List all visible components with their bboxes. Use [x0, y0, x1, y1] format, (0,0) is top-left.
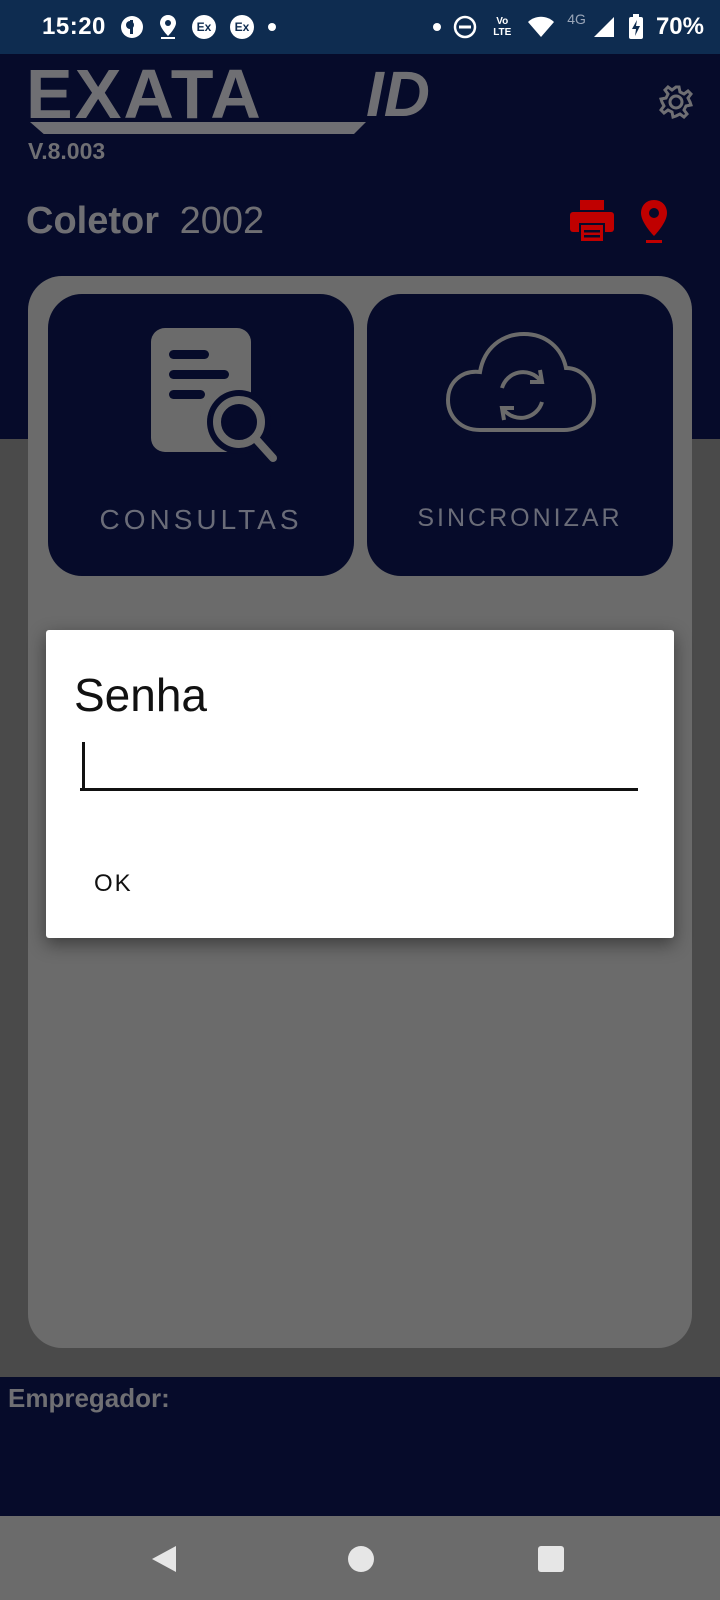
recents-icon[interactable] [538, 1546, 564, 1572]
password-dialog: Senha OK [46, 630, 674, 938]
sincronizar-button[interactable]: SINCRONIZAR [367, 294, 673, 576]
dot-icon [433, 23, 442, 31]
text-caret [82, 742, 85, 790]
android-nav-bar [0, 1516, 720, 1600]
more-dot-icon [268, 23, 276, 31]
status-time: 15:20 [42, 13, 106, 40]
status-left-icons: Ex Ex [120, 13, 276, 41]
printer-icon[interactable] [568, 198, 616, 244]
network-type: 4G [567, 11, 586, 27]
exata-id-logo: EXATA ID [26, 55, 466, 139]
location-icon [160, 15, 176, 39]
coletor-label: Coletor [26, 200, 159, 242]
consultas-label: CONSULTAS [99, 504, 303, 535]
consultas-button[interactable]: CONSULTAS [48, 294, 354, 576]
notification-icon [121, 16, 143, 38]
status-bar: 15:20 Ex Ex Vo LTE 4G 70% [0, 0, 720, 54]
wifi-icon [528, 16, 555, 37]
coletor-value: 2002 [179, 200, 265, 242]
dnd-icon [454, 15, 477, 39]
dialog-title: Senha [74, 669, 208, 721]
battery-charging-icon [628, 14, 643, 39]
battery-percent: 70% [655, 13, 704, 40]
status-right-icons: Vo LTE 4G 70% [433, 11, 704, 43]
app-ex-icon: Ex [230, 15, 254, 39]
document-search-icon [48, 318, 354, 468]
volte-icon: Vo LTE [493, 16, 512, 38]
settings-gear-icon[interactable] [658, 84, 694, 120]
svg-text:ID: ID [366, 64, 430, 130]
home-icon[interactable] [348, 1546, 374, 1572]
password-input[interactable] [80, 736, 638, 791]
coletor-info: Coletor 2002 [26, 200, 264, 243]
back-icon[interactable] [152, 1546, 176, 1572]
sincronizar-label: SINCRONIZAR [417, 504, 623, 532]
app-version: V.8.003 [28, 138, 106, 164]
cloud-sync-icon [367, 318, 673, 448]
location-pin-icon[interactable] [638, 198, 670, 244]
app-ex-icon: Ex [192, 15, 216, 39]
empregador-label: Empregador: [8, 1383, 170, 1413]
signal-icon [593, 17, 614, 37]
ok-button[interactable]: OK [94, 870, 133, 898]
footer-panel: Empregador: [0, 1377, 720, 1516]
